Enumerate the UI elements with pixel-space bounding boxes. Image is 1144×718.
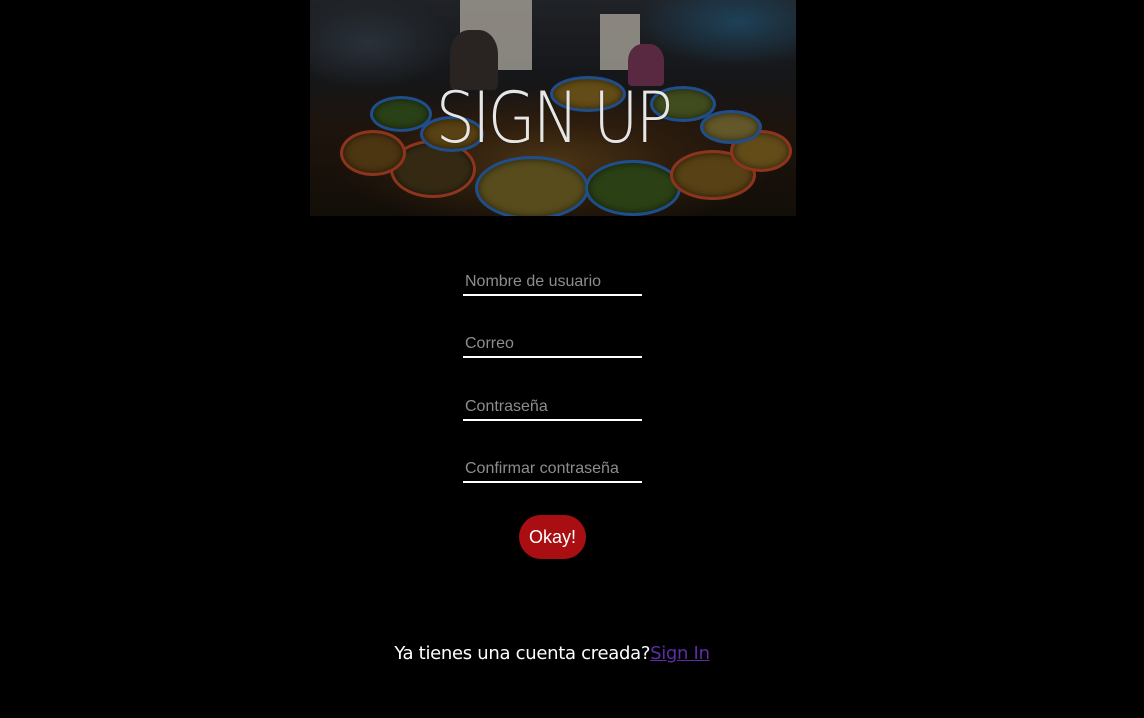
signin-prompt: Ya tienes una cuenta creada?Sign In [0,643,1104,664]
username-field[interactable] [463,270,642,296]
signup-page: SIGN UP Okay! Ya tienes una cuenta cread… [0,0,1144,718]
hero-banner-image: SIGN UP [310,0,796,216]
page-title: SIGN UP [435,77,673,159]
signin-prompt-text: Ya tienes una cuenta creada? [394,643,651,664]
submit-button[interactable]: Okay! [519,515,586,559]
confirm-password-field[interactable] [463,457,642,483]
sign-in-link[interactable]: Sign In [650,643,710,664]
email-field[interactable] [463,332,642,358]
password-field[interactable] [463,395,642,421]
